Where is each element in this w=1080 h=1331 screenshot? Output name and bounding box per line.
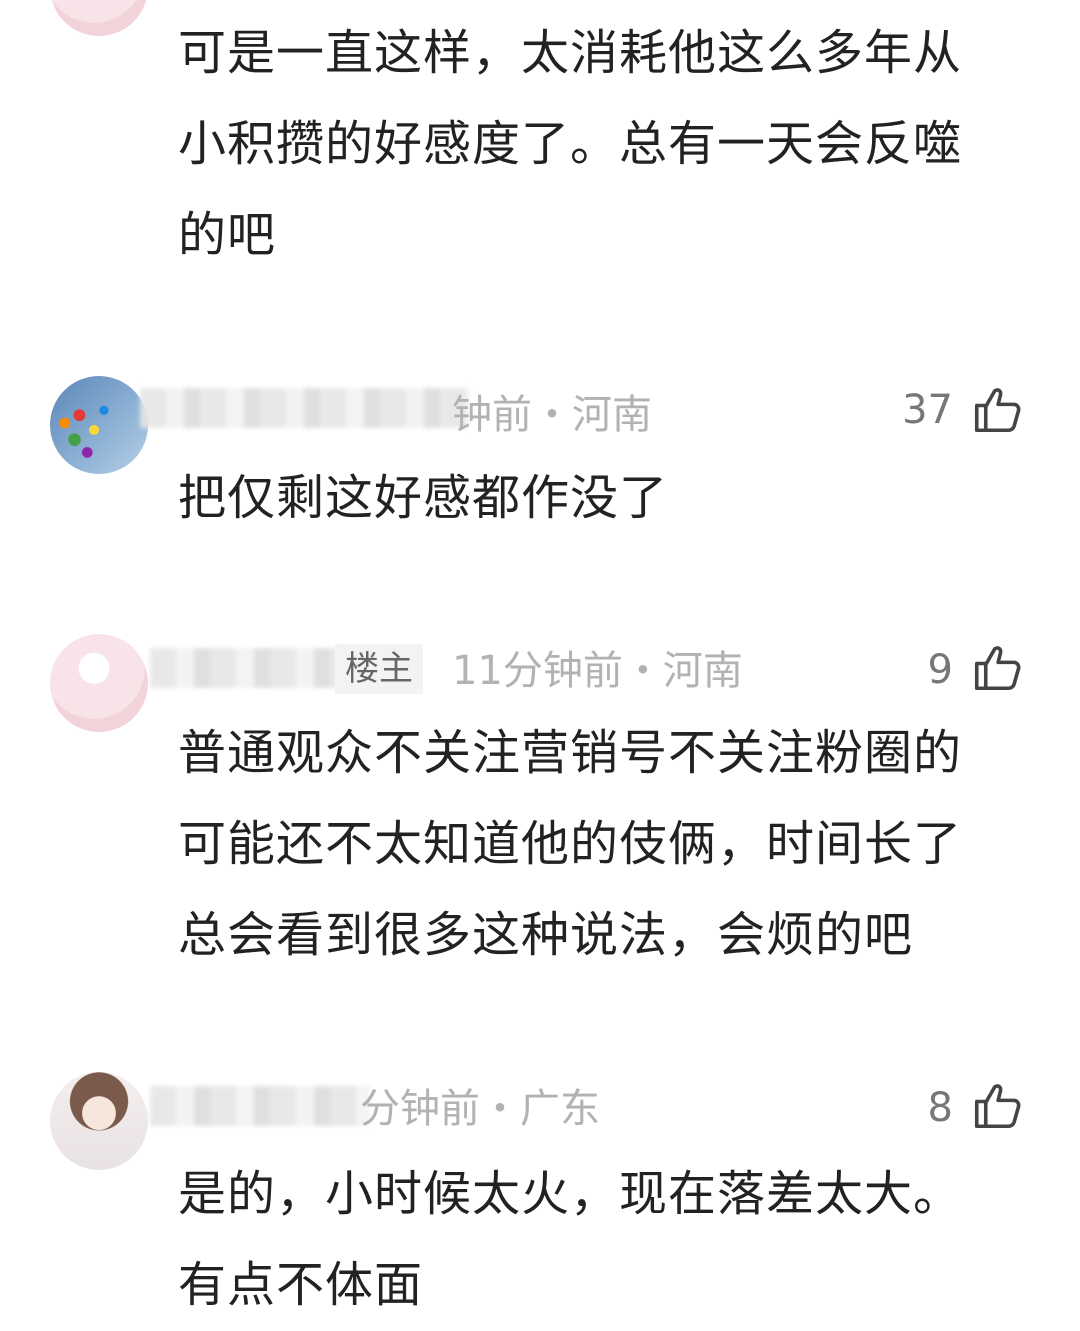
comment-meta: 分钟前・广东 [360,1086,600,1132]
like-count: 8 [927,1085,953,1131]
comment-text-line: 的吧 [178,207,277,263]
like-count: 37 [902,387,953,433]
avatar[interactable] [50,1072,148,1170]
comment-text-line: 是的，小时候太火，现在落差太大。 [178,1166,963,1222]
comment-text-line: 可能还不太知道他的伎俩，时间长了 [178,816,963,872]
avatar[interactable] [50,376,148,474]
comment-text-line: 普通观众不关注营销号不关注粉圈的 [178,725,963,781]
avatar[interactable] [50,0,148,36]
comment-item: 钟前・河南 37 把仅剩这好感都作没了 [0,370,1080,570]
like-count: 9 [927,647,953,693]
username-blurred[interactable] [140,388,470,428]
comment-text: 可是一直这样，太消耗他这么多年从 小积攒的好感度了。总有一天会反噬 的吧 [178,8,1038,281]
comment-text: 是的，小时候太火，现在落差太大。 有点不体面 [178,1149,1038,1331]
comment-text-line: 总会看到很多这种说法，会烦的吧 [178,907,914,963]
thumbs-up-icon[interactable] [970,1079,1024,1133]
comment-text-line: 把仅剩这好感都作没了 [178,470,669,526]
comment-text: 把仅剩这好感都作没了 [178,453,1038,544]
comment-item: 分钟前・广东 8 是的，小时候太火，现在落差太大。 有点不体面 [0,1066,1080,1313]
comment-meta: 11分钟前・河南 [452,648,743,694]
username-blurred[interactable] [150,1086,370,1126]
comment-text: 普通观众不关注营销号不关注粉圈的 可能还不太知道他的伎俩，时间长了 总会看到很多… [178,708,1038,981]
comment-text-line: 小积攒的好感度了。总有一天会反噬 [178,116,963,172]
thumbs-up-icon[interactable] [970,641,1024,695]
comment-item: 可是一直这样，太消耗他这么多年从 小积攒的好感度了。总有一天会反噬 的吧 [0,0,1080,300]
op-badge: 楼主 [335,644,423,694]
username-blurred[interactable] [150,648,340,688]
thumbs-up-icon[interactable] [970,383,1024,437]
comment-meta: 钟前・河南 [452,392,652,438]
comment-item: 楼主 11分钟前・河南 9 普通观众不关注营销号不关注粉圈的 可能还不太知道他的… [0,628,1080,1008]
comment-text-line: 可是一直这样，太消耗他这么多年从 [178,25,963,81]
avatar[interactable] [50,634,148,732]
comment-text-line: 有点不体面 [178,1257,424,1313]
